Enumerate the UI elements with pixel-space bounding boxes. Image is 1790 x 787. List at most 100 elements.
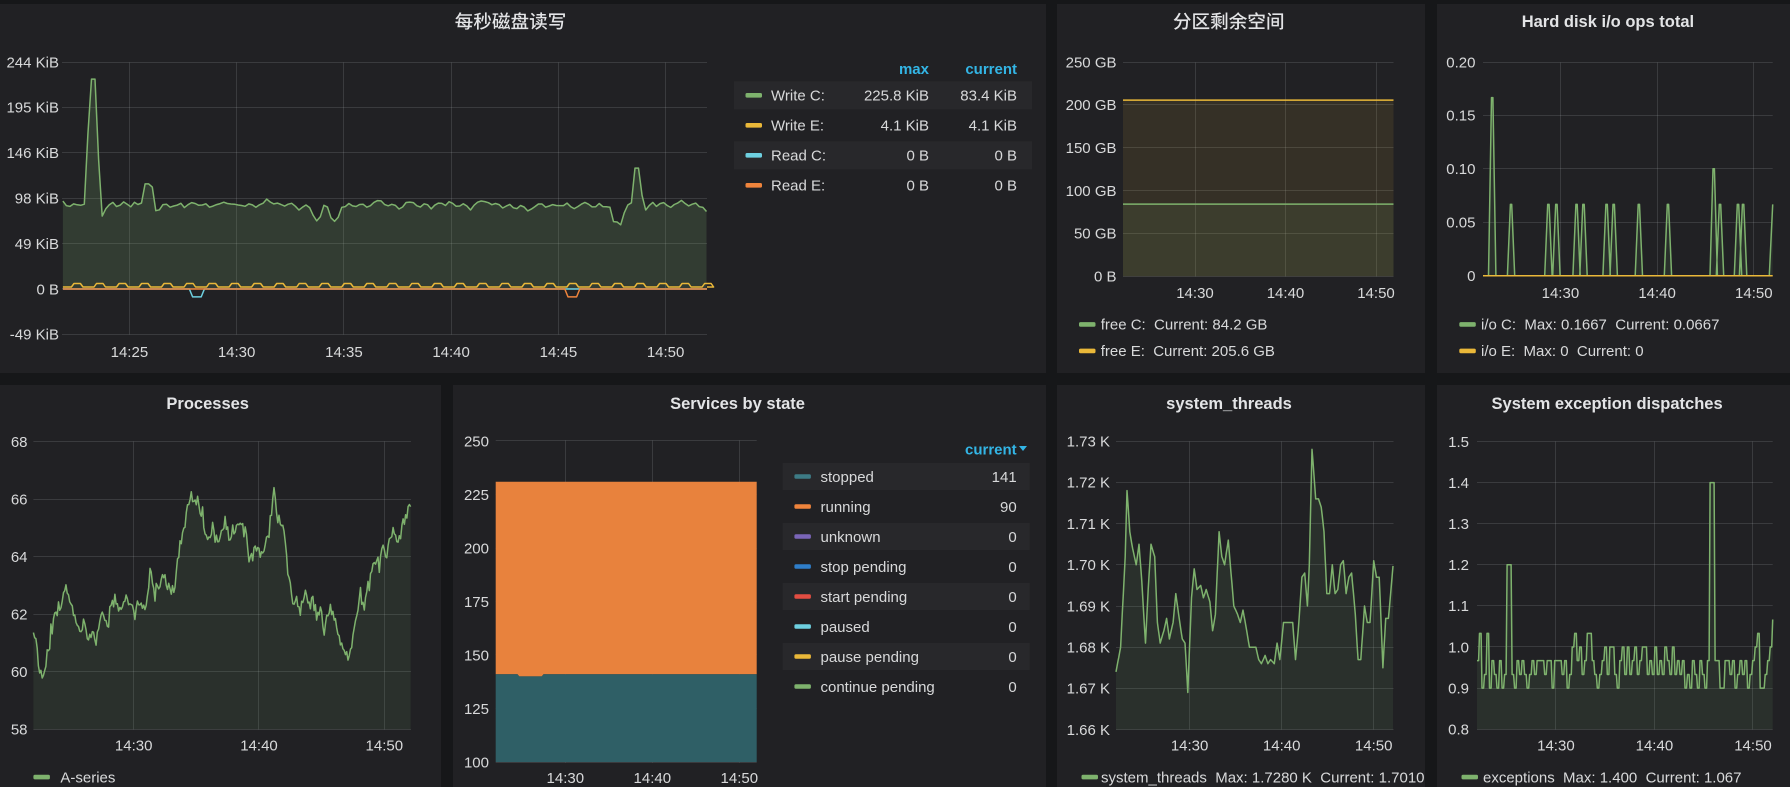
svg-text:0 B: 0 B	[906, 148, 929, 165]
svg-text:-49 KiB: -49 KiB	[10, 327, 59, 344]
svg-text:14:50: 14:50	[1734, 737, 1772, 754]
svg-text:150: 150	[464, 647, 489, 664]
svg-text:250: 250	[464, 433, 489, 450]
svg-text:14:40: 14:40	[1263, 737, 1301, 754]
svg-text:14:40: 14:40	[634, 770, 672, 787]
svg-text:14:40: 14:40	[240, 737, 278, 754]
svg-text:14:30: 14:30	[1542, 285, 1580, 302]
svg-text:continue pending: continue pending	[821, 679, 935, 696]
svg-text:146 KiB: 146 KiB	[6, 145, 59, 162]
svg-text:14:40: 14:40	[432, 344, 470, 361]
svg-text:100: 100	[464, 754, 489, 771]
svg-text:83.4 KiB: 83.4 KiB	[960, 88, 1017, 105]
svg-text:244 KiB: 244 KiB	[6, 54, 59, 71]
svg-text:1.3: 1.3	[1448, 516, 1469, 533]
svg-text:0: 0	[1008, 619, 1016, 636]
svg-text:14:30: 14:30	[1176, 285, 1214, 302]
svg-text:0 B: 0 B	[994, 148, 1017, 165]
svg-text:Hard disk i/o ops total: Hard disk i/o ops total	[1522, 13, 1694, 31]
svg-text:62: 62	[11, 607, 28, 624]
svg-text:14:30: 14:30	[218, 344, 256, 361]
svg-text:14:40: 14:40	[1267, 285, 1305, 302]
svg-text:1.71 K: 1.71 K	[1067, 516, 1110, 533]
svg-text:system_threads Max: 1.7280 K: system_threads Max: 1.7280 K Current: 1.…	[1101, 769, 1425, 786]
svg-text:14:50: 14:50	[721, 770, 759, 787]
svg-text:14:40: 14:40	[1638, 285, 1676, 302]
svg-text:i/o C: Max: 0.1667 Current:: i/o C: Max: 0.1667 Current: 0.0667	[1481, 317, 1719, 334]
svg-text:0.9: 0.9	[1448, 680, 1469, 697]
svg-text:Write E:: Write E:	[771, 118, 824, 135]
svg-text:1.73 K: 1.73 K	[1067, 434, 1110, 451]
svg-text:14:50: 14:50	[366, 737, 404, 754]
svg-text:0 B: 0 B	[994, 178, 1017, 195]
svg-text:14:25: 14:25	[111, 344, 149, 361]
svg-text:14:35: 14:35	[325, 344, 363, 361]
svg-text:0.8: 0.8	[1448, 722, 1469, 739]
svg-text:System exception dispatches: System exception dispatches	[1492, 395, 1723, 413]
svg-text:4.1 KiB: 4.1 KiB	[969, 118, 1017, 135]
svg-text:stopped: stopped	[821, 469, 874, 486]
svg-text:Services by state: Services by state	[670, 395, 805, 413]
svg-text:150 GB: 150 GB	[1066, 140, 1117, 157]
svg-text:64: 64	[11, 549, 28, 566]
svg-text:68: 68	[11, 434, 28, 451]
svg-text:1.72 K: 1.72 K	[1067, 475, 1110, 492]
svg-text:125: 125	[464, 701, 489, 718]
svg-text:14:45: 14:45	[540, 344, 578, 361]
svg-text:unknown: unknown	[821, 529, 881, 546]
svg-text:pause pending: pause pending	[821, 649, 919, 666]
svg-text:Read C:: Read C:	[771, 148, 826, 165]
svg-text:14:50: 14:50	[1735, 285, 1773, 302]
svg-text:60: 60	[11, 664, 28, 681]
svg-text:14:40: 14:40	[1636, 737, 1674, 754]
svg-text:14:50: 14:50	[1357, 285, 1395, 302]
svg-text:14:30: 14:30	[1171, 737, 1209, 754]
svg-text:90: 90	[1000, 499, 1017, 516]
svg-text:49 KiB: 49 KiB	[15, 236, 59, 253]
svg-text:Processes: Processes	[166, 395, 249, 413]
svg-text:0: 0	[1008, 589, 1016, 606]
svg-text:1.66 K: 1.66 K	[1067, 722, 1110, 739]
svg-text:Write C:: Write C:	[771, 88, 825, 105]
svg-text:0: 0	[1008, 529, 1016, 546]
svg-text:1.70 K: 1.70 K	[1067, 557, 1110, 574]
svg-text:14:30: 14:30	[547, 770, 585, 787]
svg-text:Read E:: Read E:	[771, 178, 825, 195]
svg-text:0 B: 0 B	[906, 178, 929, 195]
svg-text:0 B: 0 B	[36, 281, 59, 298]
svg-text:0.05: 0.05	[1446, 215, 1475, 232]
svg-text:200 GB: 200 GB	[1066, 97, 1117, 114]
svg-text:current: current	[965, 61, 1017, 78]
svg-text:i/o E: Max: 0 Current: 0: i/o E: Max: 0 Current: 0	[1481, 343, 1644, 360]
svg-text:0.10: 0.10	[1446, 161, 1475, 178]
svg-text:66: 66	[11, 491, 28, 508]
svg-text:1.0: 1.0	[1448, 639, 1469, 656]
svg-text:0.15: 0.15	[1446, 108, 1475, 125]
svg-text:200: 200	[464, 540, 489, 557]
svg-text:paused: paused	[821, 619, 870, 636]
svg-text:58: 58	[11, 722, 28, 739]
svg-text:stop pending: stop pending	[821, 559, 907, 576]
svg-text:0.20: 0.20	[1446, 54, 1475, 71]
svg-text:free C: Current: 84.2 GB: free C: Current: 84.2 GB	[1101, 317, 1268, 334]
svg-text:1.5: 1.5	[1448, 434, 1469, 451]
svg-text:50 GB: 50 GB	[1074, 226, 1117, 243]
svg-text:4.1 KiB: 4.1 KiB	[881, 118, 929, 135]
svg-text:175: 175	[464, 594, 489, 611]
svg-text:98 KiB: 98 KiB	[15, 191, 59, 208]
svg-text:A-series: A-series	[60, 769, 115, 786]
svg-text:running: running	[821, 499, 871, 516]
svg-text:141: 141	[992, 469, 1017, 486]
svg-text:0: 0	[1008, 649, 1016, 666]
svg-text:current: current	[965, 441, 1017, 458]
svg-text:start pending: start pending	[821, 589, 908, 606]
svg-text:system_threads: system_threads	[1166, 395, 1292, 413]
svg-text:free E: Current: 205.6 GB: free E: Current: 205.6 GB	[1101, 343, 1275, 360]
svg-text:225.8 KiB: 225.8 KiB	[864, 88, 929, 105]
svg-text:250 GB: 250 GB	[1066, 54, 1117, 71]
svg-text:1.67 K: 1.67 K	[1067, 681, 1110, 698]
svg-text:max: max	[899, 61, 930, 78]
svg-text:14:50: 14:50	[1355, 737, 1393, 754]
svg-text:exceptions Max: 1.400 Curren: exceptions Max: 1.400 Current: 1.067	[1483, 769, 1741, 786]
svg-text:195 KiB: 195 KiB	[6, 100, 59, 117]
